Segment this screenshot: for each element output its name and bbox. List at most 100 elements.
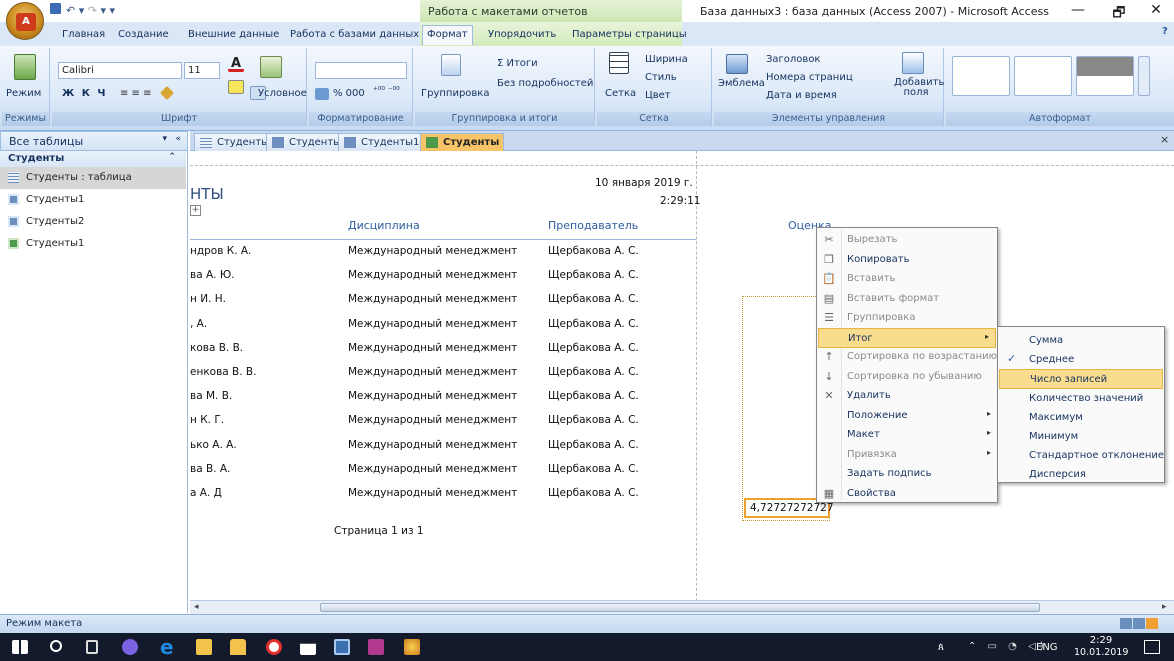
save-icon[interactable] [50,3,61,14]
decimal-buttons[interactable]: ⁺⁰⁰ ⁻⁰⁰ [373,86,400,96]
tab-home[interactable]: Главная [58,26,109,44]
scroll-left-icon[interactable]: ◂ [194,602,199,612]
font-size-select[interactable]: 11 [184,62,220,79]
teacher-cell[interactable]: Щербакова А. С. [548,487,639,499]
scroll-right-icon[interactable]: ▸ [1162,602,1167,612]
notifications-icon[interactable] [1144,640,1160,654]
nav-item-form-1[interactable]: Студенты1 [0,189,186,211]
quick-access-toolbar[interactable]: ↶ ▾ ↷ ▾ ▾ [50,3,115,19]
report-title[interactable]: НТЫ [190,185,224,203]
discipline-cell[interactable]: Международный менеджмент [348,414,517,426]
submenu-item-5[interactable]: Максимум [999,408,1163,428]
grid-button[interactable]: Сетка [605,88,636,99]
discipline-cell[interactable]: Международный менеджмент [348,342,517,354]
student-cell[interactable]: ва В. А. [190,463,230,475]
teacher-cell[interactable]: Щербакова А. С. [548,342,639,354]
font-style-buttons[interactable]: Ж К Ч [62,88,107,99]
edge-icon[interactable]: e [160,635,176,659]
discipline-cell[interactable]: Международный менеджмент [348,366,517,378]
nav-dropdown-icon[interactable]: ▾ [162,134,167,144]
currency-icon[interactable] [315,88,329,100]
submenu-item-3[interactable]: Число записей [999,369,1163,390]
doc-tab-table[interactable]: Студенты [194,133,275,151]
alternate-fill-icon[interactable] [260,56,282,78]
number-format-select[interactable] [315,62,407,79]
teacher-cell[interactable]: Щербакова А. С. [548,414,639,426]
teacher-cell[interactable]: Щербакова А. С. [548,439,639,451]
teacher-cell[interactable]: Щербакова А. С. [548,245,639,257]
teacher-cell[interactable]: Щербакова А. С. [548,463,639,475]
minimize-button[interactable]: — [1064,2,1092,20]
tab-database-tools[interactable]: Работа с базами данных [286,26,423,44]
tab-external-data[interactable]: Внешние данные [184,26,283,44]
discipline-cell[interactable]: Международный менеджмент [348,293,517,305]
student-cell[interactable]: н К. Г. [190,414,224,426]
horizontal-scrollbar[interactable]: ◂ ▸ [190,600,1174,614]
teacher-cell[interactable]: Щербакова А. С. [548,269,639,281]
store-icon[interactable] [230,639,246,655]
submenu-item-2[interactable]: ✓ Среднее [999,350,1163,370]
student-cell[interactable]: н И. Н. [190,293,226,305]
discipline-cell[interactable]: Международный менеджмент [348,390,517,402]
submenu-item-8[interactable]: Дисперсия [999,465,1163,485]
clock-time[interactable]: 2:29 [1080,635,1122,646]
autoformat-preview-2[interactable] [1014,56,1072,96]
student-cell[interactable]: кова В. В. [190,342,243,354]
menu-item-2[interactable]: Копировать [843,250,997,270]
student-cell[interactable]: ва А. Ю. [190,269,235,281]
discipline-cell[interactable]: Международный менеджмент [348,463,517,475]
tab-format[interactable]: Формат [422,25,473,45]
teacher-cell[interactable]: Щербакова А. С. [548,366,639,378]
menu-item-10[interactable]: Положение ▸ [843,406,997,426]
close-button[interactable]: ✕ [1142,2,1170,20]
submenu-item-7[interactable]: Стандартное отклонение [999,446,1164,466]
tab-create[interactable]: Создание [114,26,173,44]
doc-tab-form[interactable]: Студенты [266,133,347,151]
app-icon[interactable] [404,639,420,655]
yandex-icon[interactable] [266,639,282,655]
column-header-discipline[interactable]: Дисциплина [348,219,420,232]
nav-group-header[interactable]: Студенты ⌃ [0,151,186,167]
fill-color-icon[interactable] [228,80,244,94]
doc-tab-form-1[interactable]: Студенты1 [338,133,425,151]
menu-item-11[interactable]: Макет ▸ [843,425,997,445]
discipline-cell[interactable]: Международный менеджмент [348,245,517,257]
view-report-icon[interactable] [1120,618,1132,629]
doc-tab-report-active[interactable]: Студенты [420,133,505,151]
discipline-cell[interactable]: Международный менеджмент [348,487,517,499]
autoformat-preview-3[interactable] [1076,56,1134,96]
conditional-button[interactable]: Условное [258,88,307,99]
nav-pane-header[interactable]: Все таблицы ▾ « [0,131,188,151]
submenu-item-4[interactable]: Количество значений [999,389,1163,409]
scroll-thumb[interactable] [320,603,1040,612]
discipline-cell[interactable]: Международный менеджмент [348,439,517,451]
style-button[interactable]: Стиль [645,72,677,83]
view-switcher[interactable] [1120,618,1172,630]
tab-arrange[interactable]: Упорядочить [484,26,560,44]
student-cell[interactable]: , А. [190,318,207,330]
teacher-cell[interactable]: Щербакова А. С. [548,318,639,330]
submenu-item-6[interactable]: Минимум [999,427,1163,447]
maximize-button[interactable]: 🗗 [1105,2,1133,21]
menu-item-13[interactable]: Задать подпись [843,464,997,484]
undo-icon[interactable]: ↶ [66,4,75,17]
nav-item-table[interactable]: Студенты : таблица [0,167,186,189]
font-name-select[interactable]: Calibri [58,62,182,79]
report-time[interactable]: 2:29:11 [660,195,700,207]
teacher-cell[interactable]: Щербакова А. С. [548,293,639,305]
autoformat-scroll[interactable] [1138,56,1150,96]
column-header-teacher[interactable]: Преподаватель [548,219,638,232]
file-explorer-icon[interactable] [196,639,212,655]
view-print-icon[interactable] [1133,618,1145,629]
paint-icon[interactable] [368,639,384,655]
access-taskbar-icon[interactable] [334,639,350,655]
page-footer[interactable]: Страница 1 из 1 [334,525,424,537]
redo-icon[interactable]: ↷ [88,4,97,17]
student-cell[interactable]: енкова В. В. [190,366,256,378]
search-icon[interactable] [50,640,62,652]
nav-collapse-icon[interactable]: « [175,134,181,144]
teacher-cell[interactable]: Щербакова А. С. [548,390,639,402]
logo-button[interactable]: Эмблема [718,78,765,89]
student-cell[interactable]: а А. Д [190,487,222,499]
tab-page-setup[interactable]: Параметры страницы [568,26,691,44]
